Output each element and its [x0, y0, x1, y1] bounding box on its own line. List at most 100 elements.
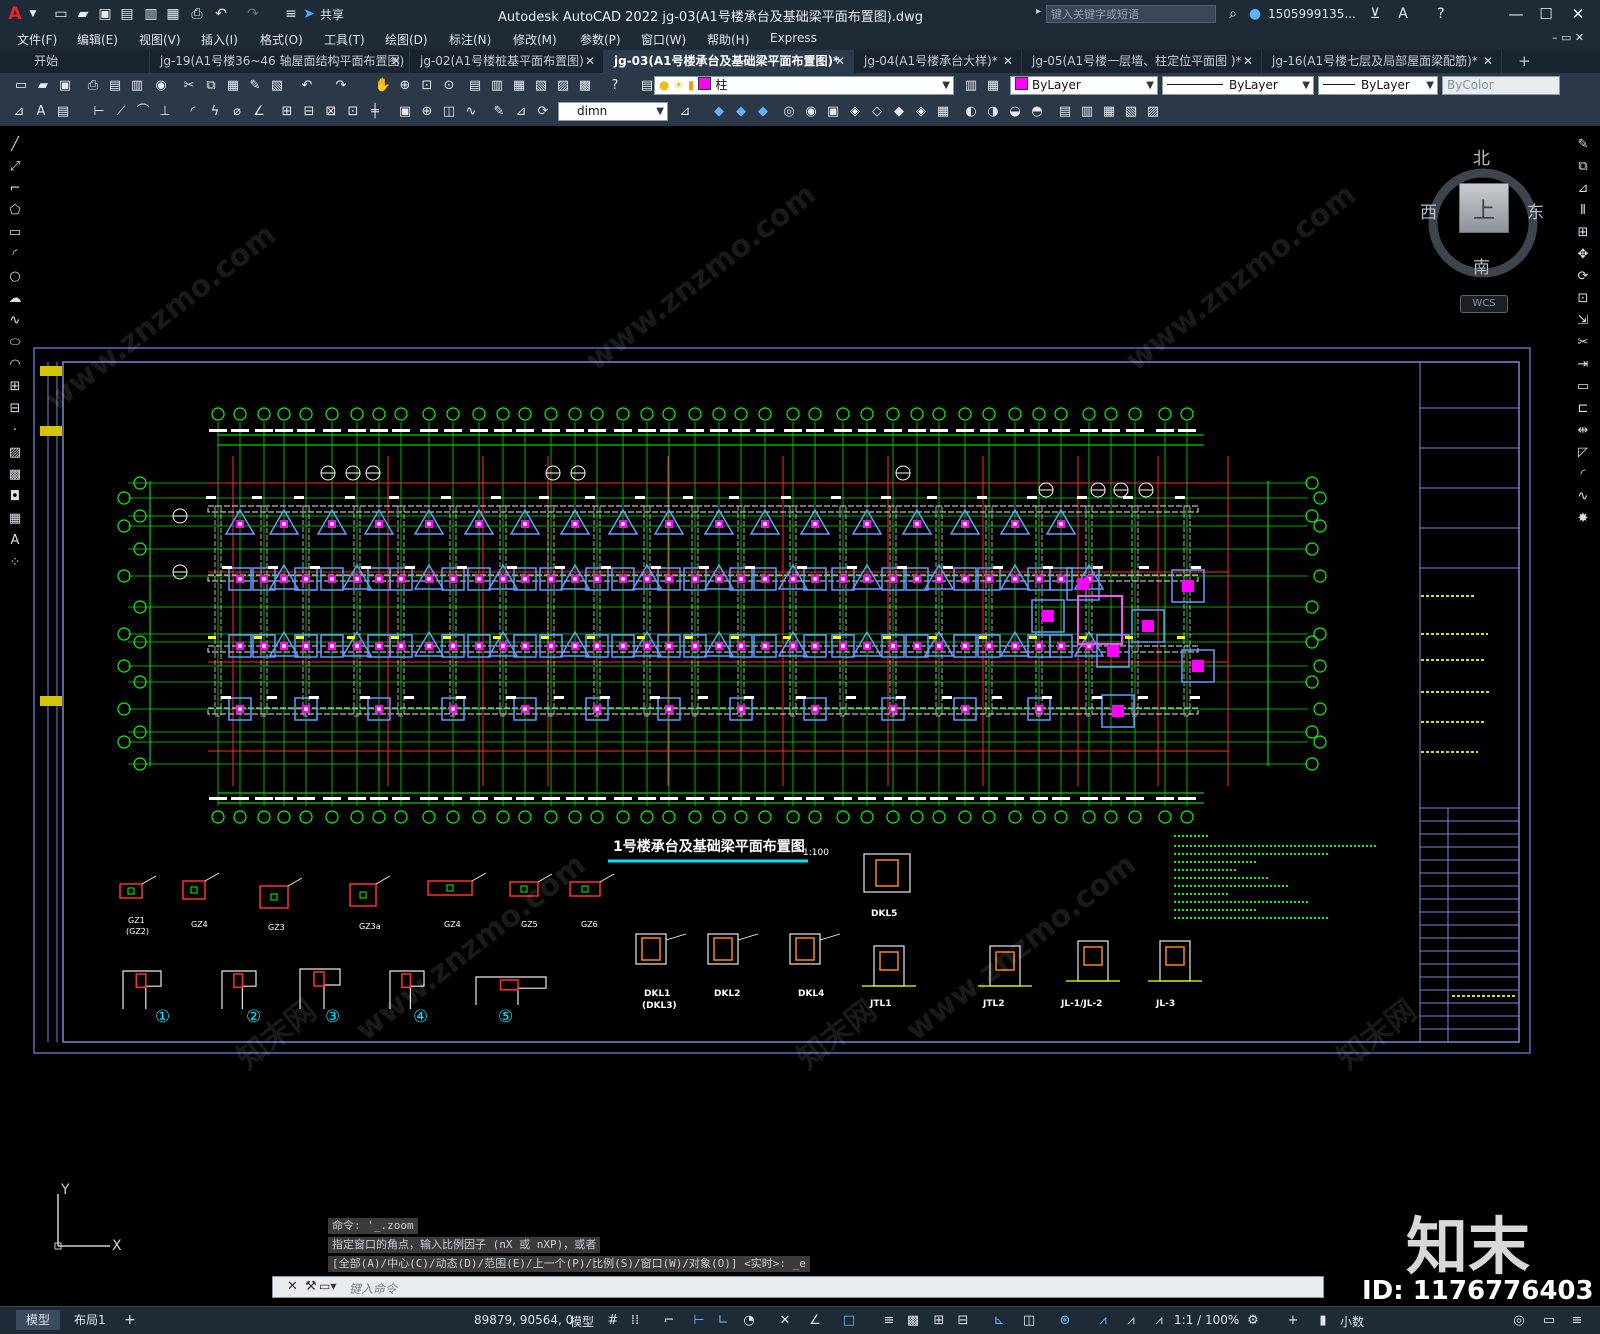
user-account[interactable]: 1505999135... — [1268, 7, 1356, 21]
angular-dim-icon[interactable]: ∠ — [250, 103, 268, 121]
arc-length-icon[interactable]: ⌒ — [134, 103, 152, 121]
diameter-dim-icon[interactable]: ⌀ — [228, 103, 246, 121]
viewcube-top-face[interactable]: 上 — [1459, 183, 1509, 233]
tab-start[interactable]: 开始 — [0, 50, 150, 73]
clean-screen-icon[interactable]: ▭ — [1540, 1312, 1558, 1330]
share-button[interactable]: 共享 — [320, 6, 344, 23]
transparency-icon[interactable]: ▩ — [904, 1312, 922, 1330]
wrench-icon[interactable]: ⚒ — [305, 1279, 317, 1294]
orbit-icon-1[interactable]: ◎ — [780, 103, 798, 121]
snap-icon[interactable]: ⁞⁞ — [626, 1312, 644, 1330]
search-icon[interactable]: ⌕ — [1224, 5, 1242, 23]
pan-icon[interactable]: ✋ — [374, 77, 392, 95]
center-mark-icon[interactable]: ⊕ — [418, 103, 436, 121]
customize-icon[interactable]: ≡ — [1568, 1312, 1586, 1330]
viewport-icon-4[interactable]: ▨ — [1144, 103, 1162, 121]
compass-south[interactable]: 南 — [1473, 253, 1490, 278]
import-icon[interactable]: ▥ — [142, 5, 160, 23]
light-icon[interactable]: ◐ — [962, 103, 980, 121]
user-icon[interactable]: ● — [1246, 5, 1264, 23]
linear-dim-icon[interactable]: ⊢ — [90, 103, 108, 121]
cut-icon[interactable]: ✂ — [180, 77, 198, 95]
new-icon[interactable]: ▭ — [12, 77, 30, 95]
multiline-text-icon[interactable]: A — [6, 532, 24, 550]
markup-icon[interactable]: ▨ — [554, 77, 572, 95]
tab-jg-05[interactable]: jg-05(A1号楼一层墙、柱定位平面图 )* ✕ — [1022, 50, 1262, 73]
spline-icon[interactable]: ∿ — [6, 312, 24, 330]
command-input[interactable]: ✕ ⚒ ▭▾ 键入命令 — [272, 1276, 1324, 1298]
dim-style-combo[interactable]: dimn ▼ — [558, 102, 668, 121]
view-3d-icon-3[interactable]: ◆ — [754, 103, 772, 121]
construction-line-icon[interactable]: ⤢ — [6, 158, 24, 176]
tolerance-icon[interactable]: ▣ — [396, 103, 414, 121]
block-editor-icon[interactable]: ▧ — [268, 77, 286, 95]
menu-format[interactable]: 格式(O) — [260, 31, 303, 48]
dim-text-edit-icon[interactable]: ⊿ — [512, 103, 530, 121]
menu-window[interactable]: 窗口(W) — [641, 31, 686, 48]
selection-filter-icon[interactable]: ◫ — [1020, 1312, 1038, 1330]
minimize-button[interactable]: — — [1504, 4, 1528, 24]
chevron-down-icon[interactable]: ▼ — [24, 5, 42, 23]
publish-icon[interactable]: ▥ — [128, 77, 146, 95]
object-snap-tracking-icon[interactable]: ∠ — [806, 1312, 824, 1330]
menu-edit[interactable]: 编辑(E) — [77, 31, 118, 48]
table-icon[interactable]: ▦ — [6, 510, 24, 528]
orbit-icon-2[interactable]: ◉ — [802, 103, 820, 121]
auto-scale-icon[interactable]: ⩘ — [1122, 1312, 1140, 1330]
quick-dim-icon[interactable]: ⊞ — [278, 103, 296, 121]
hatch-icon[interactable]: ▨ — [6, 444, 24, 462]
redo-icon[interactable]: ↷ — [332, 77, 350, 95]
tab-jg-19[interactable]: jg-19(A1号楼36~46 轴屋面结构平面布置图) ✕ — [150, 50, 410, 73]
polar-tracking-icon[interactable]: ◔ — [740, 1312, 758, 1330]
rectangle-icon[interactable]: ▭ — [6, 224, 24, 242]
gizmo-icon[interactable]: ⊛ — [1056, 1312, 1074, 1330]
paste-icon[interactable]: ▦ — [224, 77, 242, 95]
trim-icon[interactable]: ✂ — [1574, 334, 1592, 352]
add-selected-icon[interactable]: ⁘ — [6, 554, 24, 572]
compass-east[interactable]: 东 — [1527, 198, 1544, 223]
units-readout[interactable]: 小数 — [1340, 1313, 1364, 1330]
array-icon[interactable]: ⊞ — [1574, 224, 1592, 242]
maximize-button[interactable]: ☐ — [1534, 4, 1558, 24]
material-map-icon[interactable]: ◒ — [1006, 103, 1024, 121]
ellipse-icon[interactable]: ⬭ — [6, 334, 24, 352]
menu-view[interactable]: 视图(V) — [139, 31, 181, 48]
continue-dim-icon[interactable]: ⊠ — [322, 103, 340, 121]
extend-icon[interactable]: ⇥ — [1574, 356, 1592, 374]
share-icon[interactable]: ➤ — [300, 5, 318, 23]
dim-edit-icon[interactable]: ✎ — [490, 103, 508, 121]
render-icon-2[interactable]: ◈ — [912, 103, 930, 121]
aligned-dim-icon[interactable]: ⟋ — [112, 103, 130, 121]
fly-icon[interactable]: ◇ — [868, 103, 886, 121]
plotstyle-combo[interactable]: ByColor — [1442, 76, 1560, 95]
close-tab-icon[interactable]: ✕ — [585, 50, 595, 73]
chamfer-icon[interactable]: ◸ — [1574, 444, 1592, 462]
break-icon[interactable]: ⊏ — [1574, 400, 1592, 418]
mirror-icon[interactable]: ⊿ — [1574, 180, 1592, 198]
chevron-right-icon[interactable]: ▸ — [1036, 6, 1041, 17]
menu-draw[interactable]: 绘图(D) — [385, 31, 428, 48]
tab-jg-03[interactable]: jg-03(A1号楼承台及基础梁平面布置图)* ✕ — [604, 50, 854, 73]
tab-jg-02[interactable]: jg-02(A1号楼桩基平面布置图) ✕ — [410, 50, 604, 73]
model-space-icon[interactable]: ▤ — [1056, 103, 1074, 121]
viewport-icon-3[interactable]: ▧ — [1122, 103, 1140, 121]
gradient-icon[interactable]: ▩ — [6, 466, 24, 484]
ortho-icon[interactable]: ∟ — [714, 1312, 732, 1330]
close-tab-icon[interactable]: ✕ — [1243, 50, 1253, 73]
break-dim-icon[interactable]: ╪ — [366, 103, 384, 121]
compass-west[interactable]: 西 — [1420, 198, 1437, 223]
design-center-icon[interactable]: ▥ — [488, 77, 506, 95]
region-icon[interactable]: ◘ — [6, 488, 24, 506]
gear-icon[interactable]: ⚙ — [1244, 1312, 1262, 1330]
blend-icon[interactable]: ∿ — [1574, 488, 1592, 506]
plot-icon[interactable]: ⎙ — [188, 5, 206, 23]
plot-preview-icon[interactable]: ▤ — [106, 77, 124, 95]
autodesk-app-icon[interactable]: A — [1394, 5, 1412, 23]
annotation-visibility-icon[interactable]: ⩘ — [1094, 1312, 1112, 1330]
polyline-icon[interactable]: ⌐ — [6, 180, 24, 198]
plus-icon[interactable]: + — [1284, 1312, 1302, 1330]
camera-icon[interactable]: ▣ — [824, 103, 842, 121]
3d-osnap-icon[interactable]: ⊟ — [954, 1312, 972, 1330]
hardware-acceleration-icon[interactable]: ◎ — [1510, 1312, 1528, 1330]
dim-update-icon[interactable]: ⟳ — [534, 103, 552, 121]
